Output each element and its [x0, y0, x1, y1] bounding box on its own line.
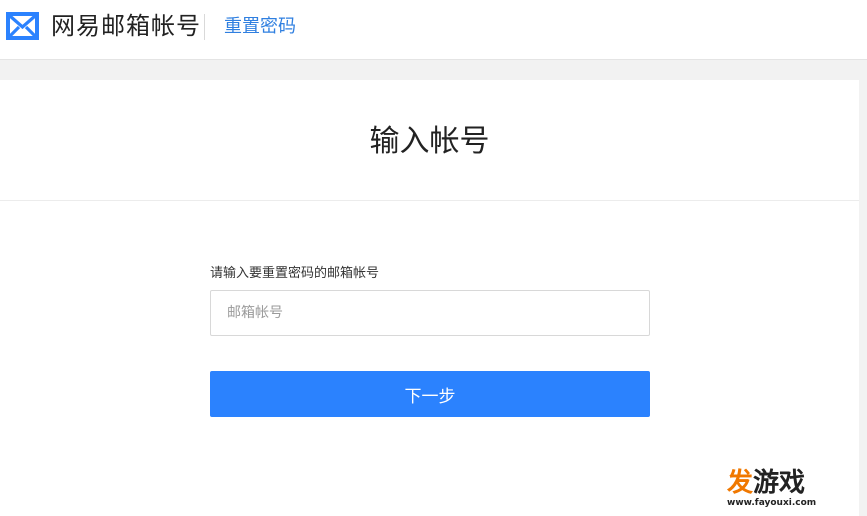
- mail-envelope-icon[interactable]: [6, 12, 39, 40]
- site-watermark: 发游戏 www.fayouxi.com: [727, 468, 827, 512]
- watermark-logo-part1: 发: [727, 468, 754, 498]
- page-gap: [0, 60, 867, 80]
- email-field-label: 请输入要重置密码的邮箱帐号: [210, 266, 380, 281]
- card-header: 输入帐号: [0, 80, 859, 201]
- next-step-button[interactable]: 下一步: [210, 371, 650, 417]
- brand-title: 网易邮箱帐号: [51, 12, 201, 40]
- header-divider: [204, 14, 205, 40]
- reset-card: 输入帐号 请输入要重置密码的邮箱帐号 下一步: [0, 80, 859, 516]
- email-input[interactable]: [210, 290, 650, 336]
- top-bar: 网易邮箱帐号 重置密码: [0, 0, 867, 60]
- watermark-url: www.fayouxi.com: [727, 498, 817, 508]
- watermark-logo: 发游戏: [727, 468, 805, 498]
- watermark-logo-part2: 游戏: [753, 468, 806, 498]
- scroll-gutter: [859, 80, 867, 516]
- breadcrumb-reset-password[interactable]: 重置密码: [224, 14, 296, 40]
- page-title: 输入帐号: [369, 124, 490, 159]
